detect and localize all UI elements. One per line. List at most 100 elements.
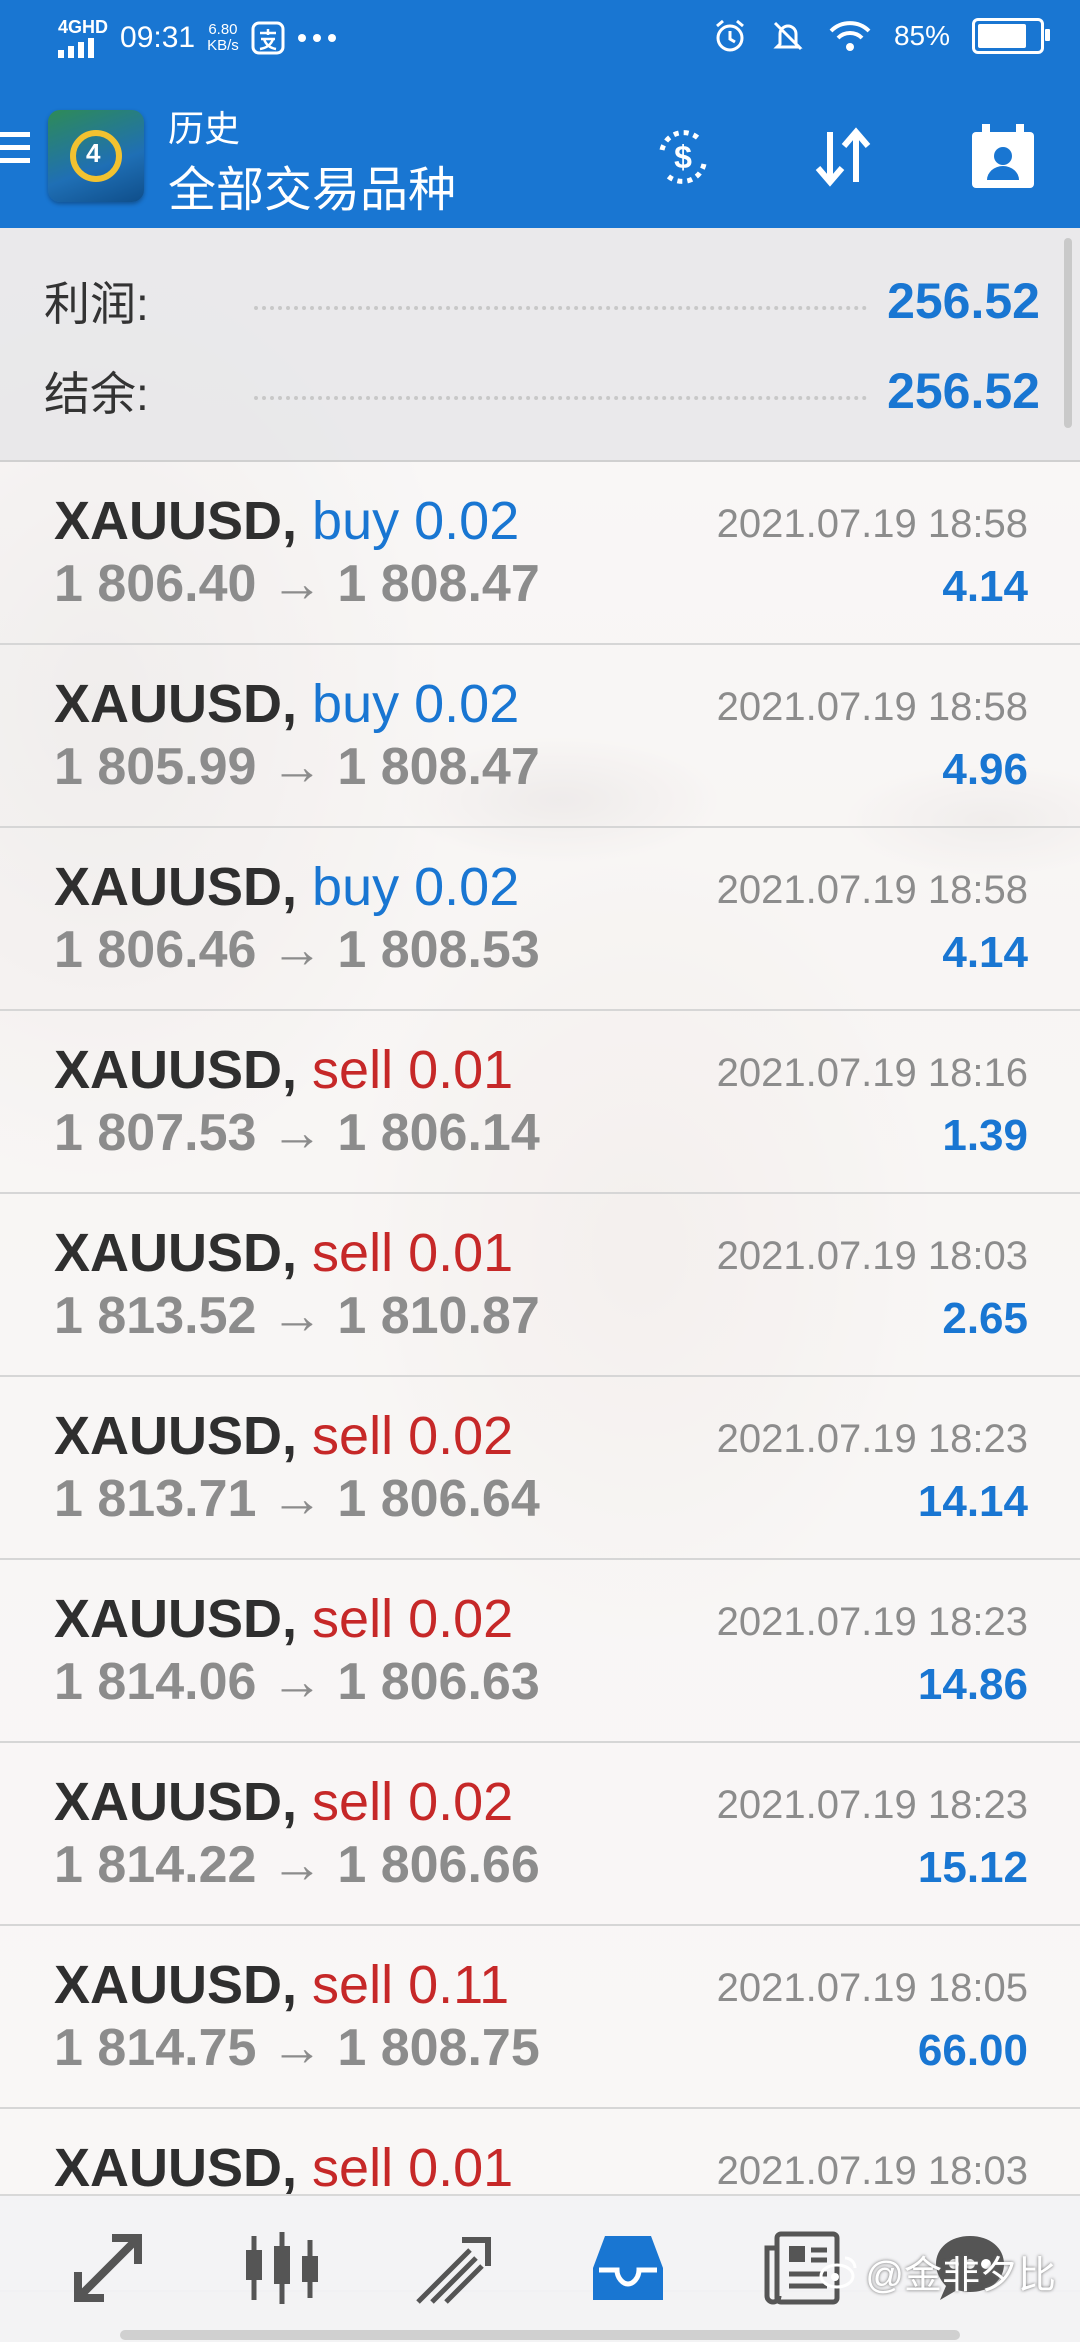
- trade-volume: 0.02: [408, 1406, 514, 1466]
- scrollbar[interactable]: [1064, 238, 1072, 428]
- trade-row[interactable]: XAUUSD, sell 0.11 1 814.75 → 1 808.75 2021…: [0, 1926, 1080, 2109]
- trade-symbol: XAUUSD,: [54, 1040, 298, 1100]
- trade-prices: 1 814.06 → 1 806.63: [54, 1652, 540, 1712]
- weibo-logo-icon: [819, 2256, 857, 2288]
- system-gesture-bar: [120, 2330, 960, 2340]
- trade-time: 2021.07.19 18:23: [716, 1417, 1028, 1461]
- trade-prices: 1 813.71 → 1 806.64: [54, 1469, 540, 1529]
- watermark: @金非夕比: [819, 2244, 1056, 2299]
- trade-row[interactable]: XAUUSD, sell 0.02 1 814.06 → 1 806.63 2021…: [0, 1560, 1080, 1743]
- trade-prices: 1 807.53 → 1 806.14: [54, 1103, 540, 1163]
- trade-side: buy: [312, 857, 400, 917]
- quotes-icon[interactable]: [58, 2218, 158, 2318]
- net-speed: 6.80 KB/s: [207, 22, 239, 54]
- open-price: 1 813.71: [54, 1470, 257, 1528]
- trade-volume: 0.01: [408, 1223, 514, 1283]
- profit-label: 利润:: [44, 278, 149, 330]
- trade-row[interactable]: XAUUSD, buy 0.02 1 806.40 → 1 808.47 2021.…: [0, 462, 1080, 645]
- trade-side: sell: [312, 1040, 394, 1100]
- trade-time: 2021.07.19 18:16: [716, 1051, 1028, 1095]
- history-icon[interactable]: [578, 2218, 678, 2318]
- close-price: 1 808.47: [337, 555, 540, 613]
- close-price: 1 808.47: [337, 738, 540, 796]
- battery-percent: 85%: [893, 20, 950, 51]
- close-price: 1 806.63: [337, 1653, 540, 1711]
- trade-title: XAUUSD, buy 0.02: [54, 673, 519, 735]
- net-speed-unit: KB/s: [207, 37, 239, 54]
- trade-symbol: XAUUSD,: [54, 2138, 298, 2198]
- trade-time: 2021.07.19 18:05: [716, 1966, 1028, 2010]
- menu-icon[interactable]: [0, 132, 30, 171]
- sort-icon[interactable]: [808, 122, 878, 192]
- arrow-icon: →: [270, 1104, 323, 1162]
- trade-row[interactable]: XAUUSD, buy 0.02 1 805.99 → 1 808.47 2021.…: [0, 645, 1080, 828]
- alipay-icon: [251, 21, 285, 55]
- open-price: 1 814.22: [54, 1836, 257, 1894]
- trade-symbol: XAUUSD,: [54, 1772, 298, 1832]
- trade-title: XAUUSD, buy 0.02: [54, 490, 519, 552]
- trade-time: 2021.07.19 18:03: [716, 1234, 1028, 1278]
- trade-symbol: XAUUSD,: [54, 1406, 298, 1466]
- trade-title: XAUUSD, sell 0.02: [54, 1405, 513, 1467]
- trade-row[interactable]: XAUUSD, sell 0.01 1 813.52 → 1 810.87 2021…: [0, 1194, 1080, 1377]
- open-price: 1 805.99: [54, 738, 257, 796]
- trade-title: XAUUSD, sell 0.01: [54, 1039, 513, 1101]
- arrow-icon: →: [270, 2019, 323, 2077]
- open-price: 1 813.52: [54, 1287, 257, 1345]
- trade-time: 2021.07.19 18:23: [716, 1783, 1028, 1827]
- currency-filter-icon[interactable]: $: [648, 122, 718, 192]
- open-price: 1 806.40: [54, 555, 257, 613]
- balance-label: 结余:: [44, 368, 149, 420]
- profit-value: 256.52: [887, 273, 1040, 329]
- close-price: 1 808.75: [337, 2019, 540, 2077]
- trade-volume: 0.02: [414, 674, 520, 734]
- trade-profit: 14.14: [917, 1477, 1028, 1526]
- trade-side: sell: [312, 1589, 394, 1649]
- trade-side: sell: [312, 1223, 394, 1283]
- open-price: 1 814.75: [54, 2019, 257, 2077]
- calendar-user-icon[interactable]: [968, 122, 1038, 192]
- bottom-navigation: @金非夕比: [0, 2194, 1080, 2342]
- trade-volume: 0.02: [414, 857, 520, 917]
- arrow-icon: →: [270, 921, 323, 979]
- symbol-filter[interactable]: 全部交易品种: [168, 150, 456, 220]
- network-type: 4GHD: [58, 17, 109, 37]
- trade-icon[interactable]: [404, 2218, 504, 2318]
- wifi-icon: [829, 21, 871, 51]
- trade-row[interactable]: XAUUSD, sell 0.02 1 814.22 → 1 806.66 2021…: [0, 1743, 1080, 1926]
- trade-row[interactable]: XAUUSD, buy 0.02 1 806.46 → 1 808.53 2021.…: [0, 828, 1080, 1011]
- trade-profit: 4.96: [942, 745, 1028, 794]
- status-right: 85%: [712, 18, 1050, 54]
- trade-volume: 0.02: [414, 491, 520, 551]
- trade-time: 2021.07.19 18:58: [716, 502, 1028, 546]
- close-price: 1 806.64: [337, 1470, 540, 1528]
- close-price: 1 810.87: [337, 1287, 540, 1345]
- trade-volume: 0.02: [408, 1589, 514, 1649]
- trade-profit: 4.14: [942, 562, 1028, 611]
- trade-side: sell: [312, 2138, 394, 2198]
- trade-row[interactable]: XAUUSD, sell 0.01 1 807.53 → 1 806.14 2021…: [0, 1011, 1080, 1194]
- open-price: 1 807.53: [54, 1104, 257, 1162]
- status-left: 4GHD 09:31 6.80 KB/s: [58, 18, 337, 58]
- trade-row[interactable]: XAUUSD, sell 0.02 1 813.71 → 1 806.64 2021…: [0, 1377, 1080, 1560]
- trade-time: 2021.07.19 18:03: [716, 2149, 1028, 2193]
- trade-symbol: XAUUSD,: [54, 1955, 298, 2015]
- trade-symbol: XAUUSD,: [54, 1223, 298, 1283]
- trade-title: XAUUSD, buy 0.02: [54, 856, 519, 918]
- trade-prices: 1 806.46 → 1 808.53: [54, 920, 540, 980]
- trade-profit: 15.12: [917, 1843, 1028, 1892]
- trade-symbol: XAUUSD,: [54, 674, 298, 734]
- close-price: 1 806.14: [337, 1104, 540, 1162]
- trade-profit: 2.65: [942, 1294, 1028, 1343]
- trade-time: 2021.07.19 18:58: [716, 685, 1028, 729]
- trade-side: sell: [312, 1772, 394, 1832]
- mute-icon: [773, 21, 803, 51]
- more-icon: [297, 34, 336, 42]
- chart-candles-icon[interactable]: [232, 2218, 332, 2318]
- arrow-icon: →: [270, 555, 323, 613]
- status-time: 09:31: [120, 21, 196, 54]
- trade-prices: 1 805.99 → 1 808.47: [54, 737, 540, 797]
- trade-symbol: XAUUSD,: [54, 857, 298, 917]
- balance-row: 结余: 256.52: [44, 356, 1040, 426]
- metatrader-logo: 4: [48, 110, 144, 202]
